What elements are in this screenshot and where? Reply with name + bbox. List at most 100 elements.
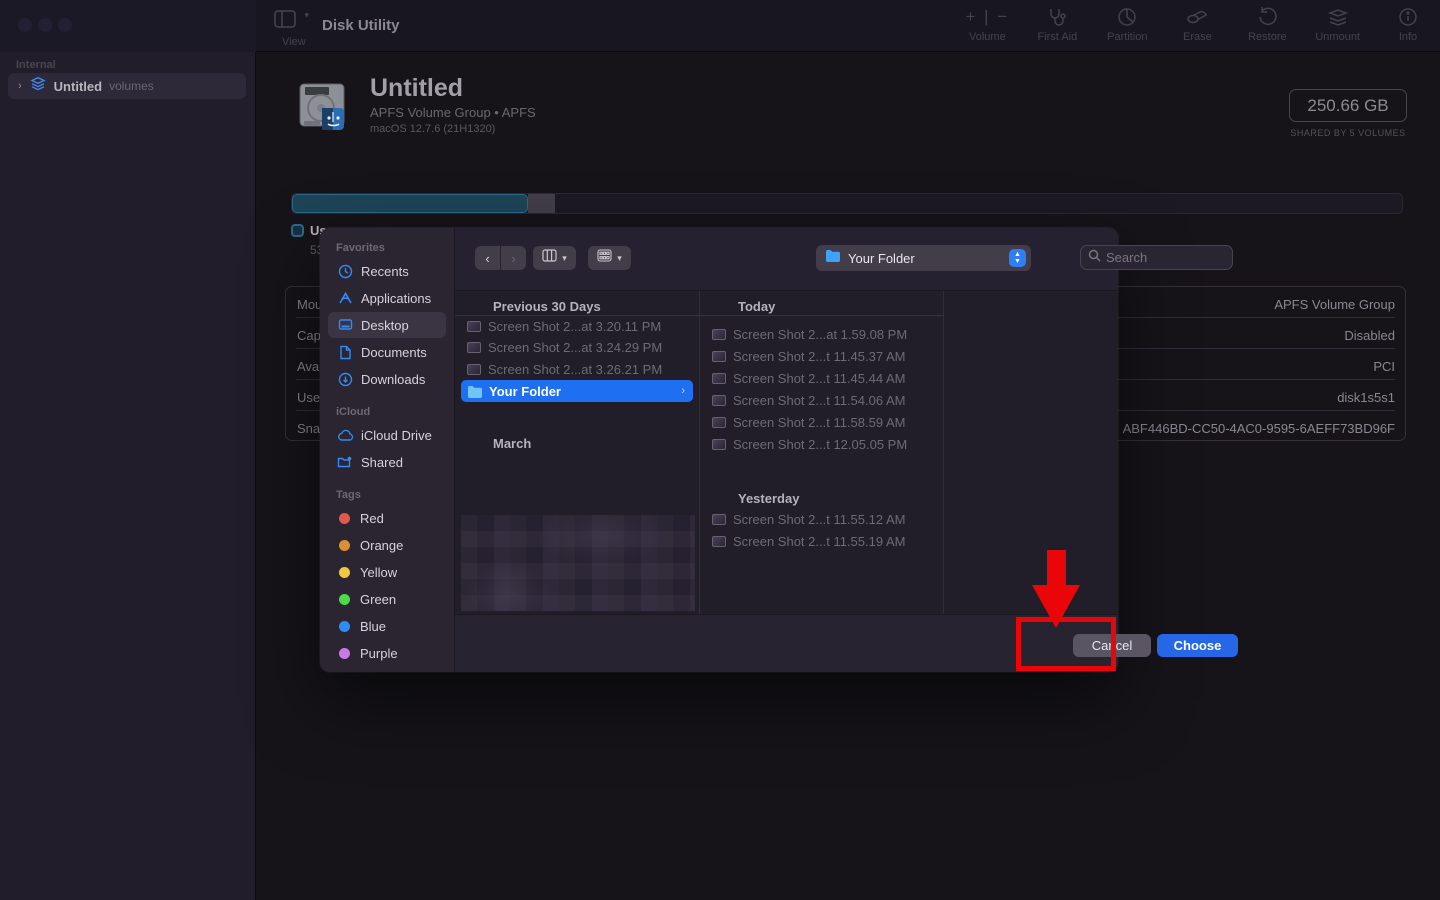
folder-dropdown[interactable]: Your Folder ▲▼ — [816, 245, 1031, 271]
file-item[interactable]: Screen Shot 2...at 3.26.21 PM — [461, 359, 693, 380]
tag-red[interactable]: Red — [328, 505, 446, 531]
search-input[interactable] — [1106, 250, 1216, 265]
dialog-toolbar: ‹ › ▾ ▾ Your Folder ▲▼ — [455, 228, 1118, 290]
title-bar-sidebar-zone — [0, 0, 256, 52]
group-header: Yesterday — [738, 491, 799, 506]
file-item[interactable]: Screen Shot 2...at 3.24.29 PM — [461, 337, 693, 358]
tag-yellow[interactable]: Yellow — [328, 559, 446, 585]
blurred-thumbnails-region — [461, 515, 695, 611]
folder-icon — [467, 385, 483, 398]
file-item[interactable]: Screen Shot 2...t 12.05.05 PM — [706, 434, 937, 455]
file-item[interactable]: Screen Shot 2...t 11.58.59 AM — [706, 412, 937, 433]
minimize-window-button[interactable] — [38, 18, 52, 32]
screenshot-thumbnail-icon — [712, 439, 726, 450]
restore-arrow-icon — [1256, 6, 1278, 28]
sidebar-item-icloud-drive[interactable]: iCloud Drive — [328, 422, 446, 448]
info-label: Mou — [297, 297, 322, 312]
sidebar-item-shared[interactable]: Shared — [328, 449, 446, 475]
pie-chart-icon — [1116, 6, 1138, 28]
folder-dropdown-value: Your Folder — [848, 251, 915, 266]
tag-blue[interactable]: Blue — [328, 613, 446, 639]
file-item[interactable]: Screen Shot 2...t 11.55.12 AM — [706, 509, 937, 530]
sidebar-item-desktop[interactable]: Desktop — [328, 312, 446, 338]
search-field[interactable] — [1080, 245, 1233, 270]
document-icon — [336, 344, 354, 360]
title-bar: ▾ View Disk Utility + | − Volume First A… — [0, 0, 1440, 52]
search-icon — [1088, 249, 1101, 267]
sidebar-item-recents[interactable]: Recents — [328, 258, 446, 284]
group-view-button[interactable]: ▾ — [588, 246, 631, 270]
first-aid-button[interactable]: First Aid — [1035, 6, 1079, 43]
legend-used-swatch — [291, 224, 304, 237]
tag-orange[interactable]: Orange — [328, 532, 446, 558]
yellow-tag-icon — [339, 567, 350, 578]
eraser-icon — [1185, 6, 1209, 28]
disclosure-chevron-icon[interactable]: › — [18, 80, 22, 92]
volume-button[interactable]: + | − Volume — [965, 6, 1009, 43]
shared-volumes-caption: SHARED BY 5 VOLUMES — [1289, 128, 1407, 138]
storage-usage-bar — [291, 193, 1403, 214]
column-view-button[interactable]: ▾ — [533, 246, 576, 270]
file-item[interactable]: Screen Shot 2...t 11.45.37 AM — [706, 346, 937, 367]
back-button[interactable]: ‹ — [475, 246, 500, 270]
screenshot-thumbnail-icon — [712, 417, 726, 428]
group-header: March — [493, 436, 531, 451]
tag-purple[interactable]: Purple — [328, 640, 446, 666]
sidebar-item-documents[interactable]: Documents — [328, 339, 446, 365]
orange-tag-icon — [339, 540, 350, 551]
erase-button[interactable]: Erase — [1175, 6, 1219, 43]
file-item[interactable]: Screen Shot 2...t 11.54.06 AM — [706, 390, 937, 411]
selected-folder-row[interactable]: Your Folder › — [461, 380, 693, 402]
file-browser: Previous 30 Days Screen Shot 2...at 3.20… — [455, 290, 1118, 614]
info-button[interactable]: Info — [1386, 6, 1430, 43]
restore-button[interactable]: Restore — [1245, 6, 1289, 43]
file-item[interactable]: Screen Shot 2...at 3.20.11 PM — [461, 316, 693, 337]
info-label: Sna — [297, 421, 320, 436]
hard-drive-icon — [296, 78, 350, 132]
group-header: Today — [738, 299, 775, 314]
view-menu-button[interactable]: ▾ View — [274, 10, 309, 33]
forward-button[interactable]: › — [501, 246, 526, 270]
info-label: Cap — [297, 328, 321, 343]
sidebar-section-internal: Internal — [16, 59, 56, 71]
zoom-window-button[interactable] — [58, 18, 72, 32]
file-item[interactable]: Screen Shot 2...t 11.55.19 AM — [706, 531, 937, 552]
screenshot-thumbnail-icon — [467, 364, 481, 375]
close-window-button[interactable] — [18, 18, 32, 32]
chevron-right-icon: › — [681, 385, 685, 397]
file-item[interactable]: Screen Shot 2...t 11.45.44 AM — [706, 368, 937, 389]
selected-folder-name: Your Folder — [489, 384, 561, 399]
window-title: Disk Utility — [322, 17, 400, 34]
sidebar-item-suffix: volumes — [109, 79, 154, 93]
purple-tag-icon — [339, 648, 350, 659]
screenshot-thumbnail-icon — [712, 395, 726, 406]
blue-tag-icon — [339, 621, 350, 632]
sidebar-item-downloads[interactable]: Downloads — [328, 366, 446, 392]
sidebar-toggle-icon — [274, 10, 296, 33]
main-toolbar: + | − Volume First Aid Partition Erase — [939, 6, 1430, 43]
volume-stack-icon — [30, 76, 46, 96]
info-icon — [1397, 6, 1419, 28]
screenshot-thumbnail-icon — [712, 536, 726, 547]
screenshot-thumbnail-icon — [712, 514, 726, 525]
choose-button[interactable]: Choose — [1157, 634, 1238, 657]
partition-button[interactable]: Partition — [1105, 6, 1149, 43]
sidebar-item-untitled-volume[interactable]: › Untitled volumes — [8, 73, 246, 99]
file-column-2: Today Screen Shot 2...at 1.59.08 PM Scre… — [700, 291, 944, 615]
annotation-arrow-shaft — [1047, 550, 1066, 587]
annotation-highlight-rectangle — [1016, 617, 1116, 671]
desktop-icon — [336, 317, 354, 333]
sidebar-item-applications[interactable]: Applications — [328, 285, 446, 311]
volume-icon: + | − — [966, 6, 1010, 28]
favorites-header: Favorites — [336, 242, 454, 254]
dropdown-stepper-icon: ▲▼ — [1009, 249, 1026, 267]
tags-header: Tags — [336, 489, 454, 501]
tag-green[interactable]: Green — [328, 586, 446, 612]
screenshot-thumbnail-icon — [467, 342, 481, 353]
disk-utility-window: ▾ View Disk Utility + | − Volume First A… — [0, 0, 1440, 900]
file-item[interactable]: Screen Shot 2...at 1.59.08 PM — [706, 324, 937, 345]
applications-icon — [336, 290, 354, 306]
app-sidebar: Internal › Untitled volumes — [0, 52, 256, 900]
column-view-icon — [542, 249, 557, 267]
unmount-button[interactable]: Unmount — [1315, 6, 1360, 43]
